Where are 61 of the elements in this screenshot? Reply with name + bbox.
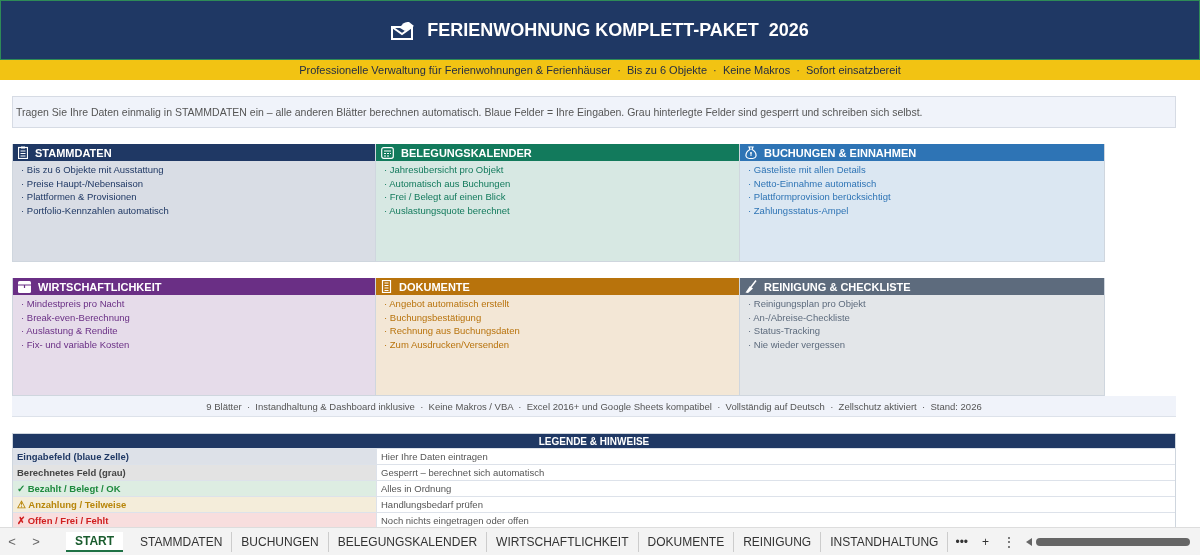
sheet-tab[interactable]: BELEGUNGSKALENDER [328,531,488,552]
sheet-tab[interactable]: REINIGUNG [734,531,822,552]
feature-item: · Buchungsbestätigung [384,310,482,324]
feature-item: · Zahlungsstatus-Ampel [748,203,849,217]
feature-item: · Plattformprovision berücksichtigt [748,190,891,204]
money-bag-icon [745,146,757,159]
feature-item: · Break-even-Berechnung [21,310,130,324]
calendar-icon [381,146,394,159]
section-title: DOKUMENTE [399,280,470,293]
feature-item: · Automatisch aus Buchungen [384,176,511,190]
broom-icon [745,280,757,293]
legend-label: ✗ Offen / Frei / Fehlt [13,513,377,527]
page-title: FERIENWOHNUNG KOMPLETT-PAKET 2026 [427,19,809,41]
feature-item: · Jahresübersicht pro Objekt [384,163,504,177]
footer-note: 9 Blätter · Instandhaltung & Dashboard inklusive · Keine Makros / VBA · Excel 2016+ und Google Sheets kompatibel · Vollständig auf Deutsch · Zellschutz aktiviert · Stand: 2026 [12,396,1176,417]
feature-item: · Zum Ausdrucken/Versenden [384,337,510,351]
document-icon [381,280,392,293]
previous-sheet-button[interactable]: < [0,534,24,549]
legend-label: ⚠ Anzahlung / Teilweise [13,497,377,512]
sheet-tab[interactable]: DOKUMENTE [638,531,735,552]
sheet-tab[interactable]: WIRTSCHAFTLICHKEIT [487,531,639,552]
feature-item: · Portfolio-Kennzahlen automatisch [21,203,169,217]
envelope-icon [391,20,416,40]
feature-item: · Reinigungsplan pro Objekt [748,297,866,311]
legend-label: ✓ Bezahlt / Belegt / OK [13,481,377,496]
feature-item: · Nie wieder vergessen [748,337,846,351]
feature-item: · Angebot automatisch erstellt [384,297,510,311]
feature-item: · Status-Tracking [748,324,820,338]
intro-text: Tragen Sie Ihre Daten einmalig in STAMMDATEN ein – alle anderen Blätter berechnen automatisch. Blaue Felder = Ihre Eingaben. Grau hinterlegte Felder sind gesperrt und schreiben sich selbst. [12,96,1176,128]
sheet-tab[interactable]: START [66,531,124,552]
section-title: REINIGUNG & CHECKLISTE [764,280,911,293]
feature-item: · An-/Abreise-Checkliste [748,310,850,324]
feature-item: · Netto-Einnahme automatisch [748,176,877,190]
sheet-menu-button[interactable]: ⋮ [996,534,1023,549]
feature-item: · Plattformen & Provisionen [21,190,137,204]
scroll-left-icon[interactable] [1026,537,1033,546]
horizontal-scrollbar[interactable] [1026,537,1190,546]
feature-item: · Auslastungsquote berechnet [384,203,510,217]
feature-item: · Fix- und variable Kosten [21,337,130,351]
sheet-tab[interactable]: BUCHUNGEN [232,531,329,552]
section-title: BUCHUNGEN & EINNAHMEN [764,146,917,159]
sheet-tab[interactable]: STAMMDATEN [131,531,233,552]
clipboard-icon [18,146,28,159]
sheet-tab[interactable]: INSTANDHALTUNG [821,531,949,552]
feature-item: · Bis zu 6 Objekte mit Ausstattung [21,163,164,177]
section-title: STAMMDATEN [35,146,112,159]
feature-item: · Frei / Belegt auf einen Blick [384,190,506,204]
section-title: WIRTSCHAFTLICHKEIT [38,280,162,293]
feature-item: · Rechnung aus Buchungsdaten [384,324,520,338]
feature-item: · Preise Haupt-/Nebensaison [21,176,143,190]
legend-label: Eingabefeld (blaue Zelle) [13,449,377,464]
next-sheet-button[interactable]: > [24,534,48,549]
add-sheet-button[interactable]: + [975,534,997,549]
section-title: BELEGUNGSKALENDER [401,146,532,159]
legend-label: Berechnetes Feld (grau) [13,465,377,480]
more-sheets-button[interactable]: ••• [948,534,976,549]
feature-item: · Gästeliste mit allen Details [748,163,866,177]
feature-item: · Mindestpreis pro Nacht [21,297,125,311]
feature-item: · Auslastung & Rendite [21,324,118,338]
subtitle-banner: Professionelle Verwaltung für Ferienwohnungen & Ferienhäuser · Bis zu 6 Objekte · Keine Makros · Sofort einsatzbereit [0,60,1200,80]
legend-title: LEGENDE & HINWEISE [13,434,1175,448]
